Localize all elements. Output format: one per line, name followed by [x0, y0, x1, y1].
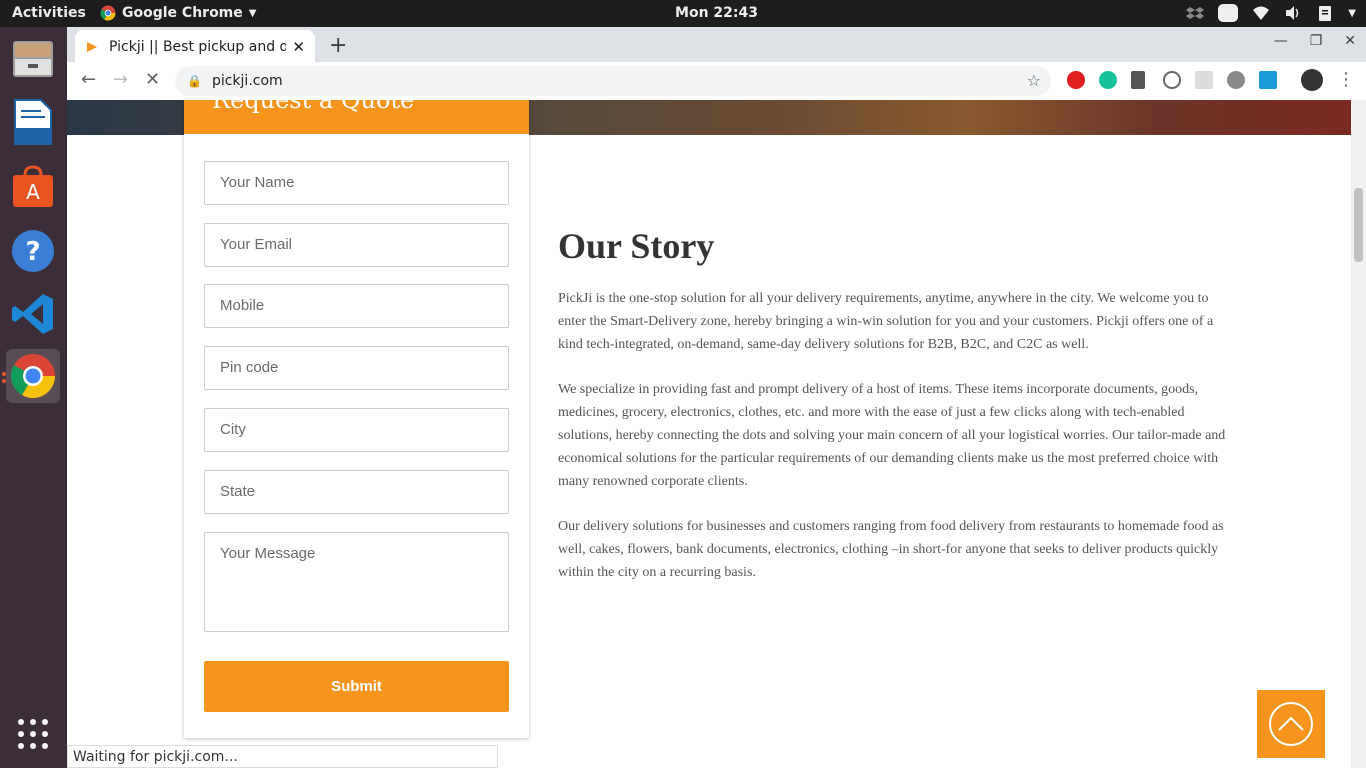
dock-writer[interactable]: [6, 95, 60, 149]
story-paragraph: Our delivery solutions for businesses an…: [558, 519, 1224, 580]
scroll-to-top-button[interactable]: [1257, 690, 1325, 758]
dock-software[interactable]: A: [6, 160, 60, 214]
help-icon: ?: [12, 230, 54, 272]
system-top-bar: Activities Google Chrome ▼ Mon 22:43 ▼: [0, 0, 1366, 27]
submit-button[interactable]: Submit: [204, 661, 509, 712]
minimize-button[interactable]: —: [1274, 33, 1288, 49]
bookmark-star-icon[interactable]: ☆: [1027, 71, 1041, 90]
page-scrollbar[interactable]: [1351, 100, 1366, 768]
message-field[interactable]: Your Message: [204, 532, 509, 632]
browser-toolbar: ← → ✕ 🔒 pickji.com ☆ ⋮: [67, 62, 1366, 100]
vscode-icon: [12, 294, 53, 334]
chevron-up-icon: [1269, 702, 1313, 746]
tab-title: Pickji || Best pickup and de: [109, 38, 287, 55]
dock-chrome[interactable]: [6, 349, 60, 403]
extension-icon[interactable]: [1163, 71, 1181, 89]
extension-icon[interactable]: [1195, 71, 1213, 89]
chat-icon[interactable]: [1218, 4, 1239, 22]
shopping-bag-icon: A: [13, 165, 53, 207]
story-title: Our Story: [558, 226, 715, 266]
status-bar: Waiting for pickji.com...: [67, 745, 498, 768]
name-field[interactable]: Your Name: [204, 161, 509, 205]
svg-text:?: ?: [25, 237, 40, 267]
document-icon: [14, 99, 52, 145]
state-field[interactable]: State: [204, 470, 509, 514]
close-tab-icon[interactable]: ✕: [292, 38, 305, 56]
browser-tab[interactable]: Pickji || Best pickup and de ✕: [75, 30, 315, 63]
clipboard-icon[interactable]: [1316, 4, 1334, 22]
our-story-section: Our Story PickJi is the one-stop solutio…: [558, 225, 1233, 606]
web-page: Request a Quote Your Name Your Email Mob…: [67, 100, 1351, 768]
story-paragraph: We specialize in providing fast and prom…: [558, 382, 1226, 489]
menu-kebab-icon[interactable]: ⋮: [1337, 69, 1355, 90]
city-field[interactable]: City: [204, 408, 509, 452]
lock-icon[interactable]: 🔒: [187, 74, 202, 88]
quote-form-title: Request a Quote: [212, 100, 415, 114]
dock: A ?: [0, 27, 67, 768]
system-tray[interactable]: ▼: [1186, 4, 1356, 22]
email-field[interactable]: Your Email: [204, 223, 509, 267]
dock-files[interactable]: [6, 32, 60, 86]
extension-icon[interactable]: [1227, 71, 1245, 89]
close-window-button[interactable]: ✕: [1344, 33, 1356, 49]
address-bar[interactable]: 🔒 pickji.com ☆: [175, 66, 1051, 96]
back-button[interactable]: ←: [81, 69, 96, 90]
file-cabinet-icon: [13, 41, 53, 77]
profile-avatar[interactable]: [1301, 69, 1323, 91]
dock-help[interactable]: ?: [6, 224, 60, 278]
forward-button[interactable]: →: [113, 69, 128, 90]
mobile-field[interactable]: Mobile: [204, 284, 509, 328]
grammarly-icon[interactable]: [1099, 71, 1117, 89]
running-indicator: [2, 379, 6, 383]
app-grid-icon: [18, 719, 48, 749]
scrollbar-thumb[interactable]: [1354, 188, 1363, 262]
power-menu-icon[interactable]: ▼: [1348, 8, 1356, 19]
stop-loading-button[interactable]: ✕: [145, 69, 160, 90]
story-paragraph: PickJi is the one-stop solution for all …: [558, 291, 1214, 352]
eyedropper-icon[interactable]: [1131, 71, 1145, 89]
window-controls: — ❐ ✕: [1274, 33, 1356, 49]
dock-vscode[interactable]: [6, 287, 60, 341]
clock[interactable]: Mon 22:43: [0, 5, 1366, 21]
running-indicator: [2, 372, 6, 376]
svg-text:A: A: [26, 180, 40, 204]
quote-form-card: Request a Quote Your Name Your Email Mob…: [184, 100, 529, 738]
volume-icon[interactable]: [1284, 4, 1302, 22]
wifi-icon[interactable]: [1252, 4, 1270, 22]
browser-window: Pickji || Best pickup and de ✕ + — ❐ ✕ ←…: [67, 27, 1366, 100]
maximize-button[interactable]: ❐: [1310, 33, 1323, 49]
pincode-field[interactable]: Pin code: [204, 346, 509, 390]
new-tab-button[interactable]: +: [329, 33, 347, 58]
dropbox-icon[interactable]: [1186, 4, 1205, 22]
show-applications-button[interactable]: [6, 707, 60, 761]
quote-form-header: Request a Quote: [184, 100, 529, 134]
chrome-icon: [11, 354, 55, 398]
pickji-favicon-icon: [87, 41, 97, 52]
extension-icon[interactable]: [1067, 71, 1085, 89]
url-text: pickji.com: [211, 73, 283, 89]
extension-off-icon[interactable]: [1259, 71, 1277, 89]
